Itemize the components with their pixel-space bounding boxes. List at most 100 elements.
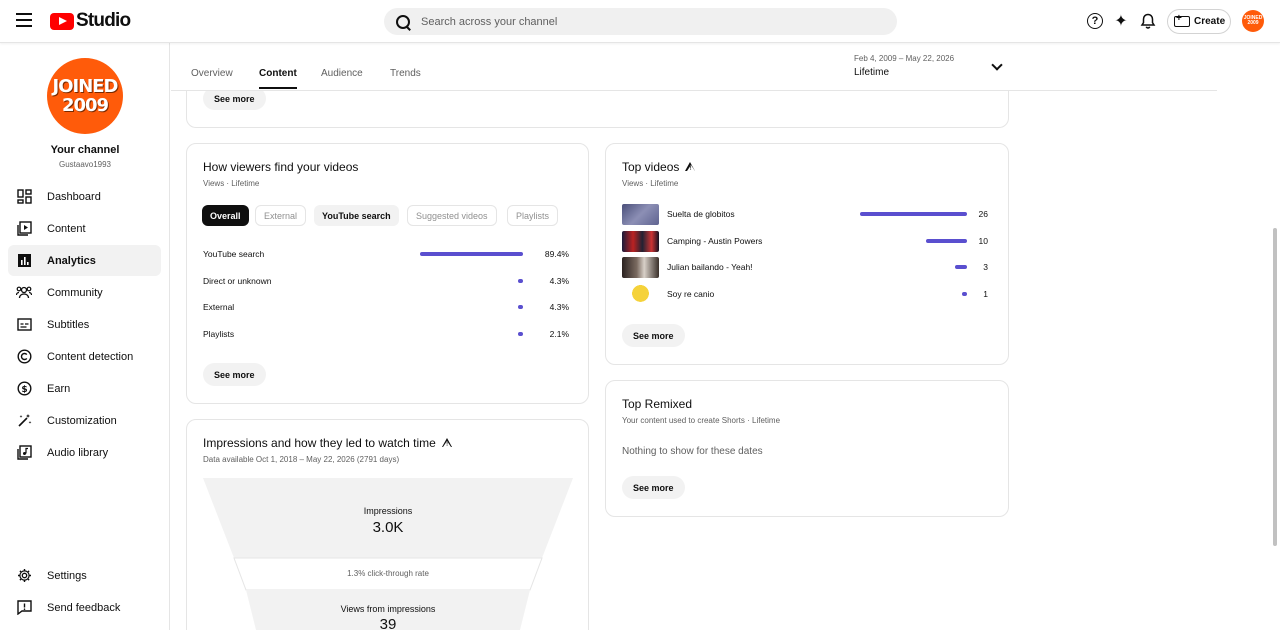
card-title: How viewers find your videos [203,160,359,174]
copyright-icon [16,349,32,365]
sidebar-item-settings[interactable]: Settings [8,560,161,591]
see-more-button[interactable]: See more [203,363,266,386]
video-views-value: 3 [983,262,988,273]
chip-overall[interactable]: Overall [202,205,249,226]
date-range-label[interactable]: Lifetime [854,67,889,78]
video-thumbnail[interactable] [622,284,659,306]
chip-youtube-search[interactable]: YouTube search [314,205,399,226]
chip-suggested-videos[interactable]: Suggested videos [407,205,497,226]
svg-text:$: $ [21,385,27,395]
top-header: Studio Search across your channel ? ✦ Cr… [0,0,1280,43]
traffic-source-bar [518,305,523,310]
top-video-row[interactable]: Suelta de globitos 26 [622,204,988,225]
video-thumbnail[interactable] [622,204,659,225]
top-video-row[interactable]: Soy re canio 1 [622,284,988,306]
traffic-source-bar [420,252,523,256]
help-icon[interactable]: ? [1085,11,1105,31]
feedback-icon [16,600,32,616]
chevron-down-icon[interactable] [990,59,1004,73]
search-placeholder: Search across your channel [421,15,558,28]
warning-icon[interactable]: ! [685,162,696,172]
search-icon [395,14,411,30]
sidebar-item-analytics[interactable]: Analytics [8,245,161,276]
video-title[interactable]: Julian bailando - Yeah! [667,262,753,272]
video-views-bar [955,265,967,270]
top-video-row[interactable]: Camping - Austin Powers 10 [622,230,988,252]
card-subtitle: Views · Lifetime [622,179,679,188]
channel-avatar-line2: 2009 [61,95,109,116]
analytics-icon [16,253,32,269]
sidebar-item-subtitles[interactable]: Subtitles [8,309,161,340]
sidebar: JOINED 2009 Your channel Gustaavo1993 Da… [0,43,170,630]
card-title: Top Remixed [622,397,693,411]
audio-library-icon [16,445,32,461]
traffic-source-label: External [203,302,235,313]
video-title[interactable]: Suelta de globitos [667,209,735,219]
video-thumbnail[interactable] [622,257,659,279]
subtitles-icon [16,317,32,333]
create-button[interactable]: Create [1167,9,1231,34]
card-title: Top videos! [622,160,696,174]
sidebar-item-label: Analytics [47,254,96,267]
card-title-text: Top videos [622,160,680,174]
traffic-source-label: Direct or unknown [203,275,272,286]
studio-logo[interactable]: Studio [50,10,131,31]
tab-content[interactable]: Content [259,68,297,89]
video-title[interactable]: Soy re canio [667,289,714,299]
sidebar-item-earn[interactable]: $ Earn [8,373,161,404]
video-views-value: 10 [978,235,988,246]
top-video-row[interactable]: Julian bailando - Yeah! 3 [622,257,988,279]
page-scrollbar[interactable] [1273,228,1277,546]
impressions-value: 3.0K [372,519,404,536]
video-title[interactable]: Camping - Austin Powers [667,236,762,246]
youtube-logo-icon [50,12,74,30]
traffic-source-row: YouTube search 89.4% [203,247,569,261]
content-icon [16,221,32,237]
traffic-source-label: YouTube search [203,249,265,259]
empty-state-text: Nothing to show for these dates [622,446,763,457]
sidebar-item-send-feedback[interactable]: Send feedback [8,592,161,623]
gear-icon [16,568,32,584]
card-title: Impressions and how they led to watch ti… [203,436,452,450]
chip-external[interactable]: External [255,205,307,226]
sidebar-item-label: Send feedback [47,601,121,614]
account-avatar[interactable]: JOINED 2009 [1242,10,1264,32]
search-input[interactable]: Search across your channel [384,8,897,35]
video-views-value: 26 [978,209,988,219]
traffic-source-label: Playlists [203,329,235,340]
channel-avatar[interactable]: JOINED 2009 [47,58,123,134]
sidebar-item-label: Subtitles [47,318,90,331]
top-videos-card: Top videos! Views · Lifetime Suelta de g… [605,143,1009,365]
sidebar-item-audio-library[interactable]: Audio library [8,437,161,468]
sidebar-item-community[interactable]: Community [8,277,161,308]
tab-trends[interactable]: Trends [390,68,421,79]
views-from-impressions-label: Views from impressions [340,604,436,614]
sidebar-item-customization[interactable]: Customization [8,405,161,436]
top-remixed-card: Top Remixed Your content used to create … [605,380,1009,517]
video-thumbnail[interactable] [622,230,659,252]
magic-wand-icon [16,413,32,429]
ctr-text: 1.3% click-through rate [347,569,429,578]
tab-overview[interactable]: Overview [191,68,233,79]
menu-icon[interactable] [16,13,32,27]
card-subtitle: Data available Oct 1, 2018 – May 22, 202… [203,455,400,464]
chip-playlists[interactable]: Playlists [507,205,559,226]
see-more-button[interactable]: See more [622,324,685,347]
impressions-card: Impressions and how they led to watch ti… [186,419,589,630]
bell-icon[interactable] [1138,11,1158,31]
warning-icon[interactable]: ! [441,438,452,448]
create-label: Create [1194,16,1226,27]
sidebar-item-dashboard[interactable]: Dashboard [8,181,161,212]
tab-audience[interactable]: Audience [321,68,363,79]
sidebar-item-label: Settings [47,569,87,582]
sidebar-item-content-detection[interactable]: Content detection [8,341,161,372]
video-views-bar [926,238,967,243]
see-more-button[interactable]: See more [622,476,685,499]
sidebar-item-content[interactable]: Content [8,213,161,244]
sparkle-icon[interactable]: ✦ [1111,11,1131,31]
traffic-sources-card: How viewers find your videos Views · Lif… [186,143,589,404]
traffic-source-value: 4.3% [549,302,569,313]
views-from-impressions-value: 39 [379,616,397,630]
date-range-text[interactable]: Feb 4, 2009 – May 22, 2026 [854,54,954,63]
video-views-value: 1 [983,289,988,300]
